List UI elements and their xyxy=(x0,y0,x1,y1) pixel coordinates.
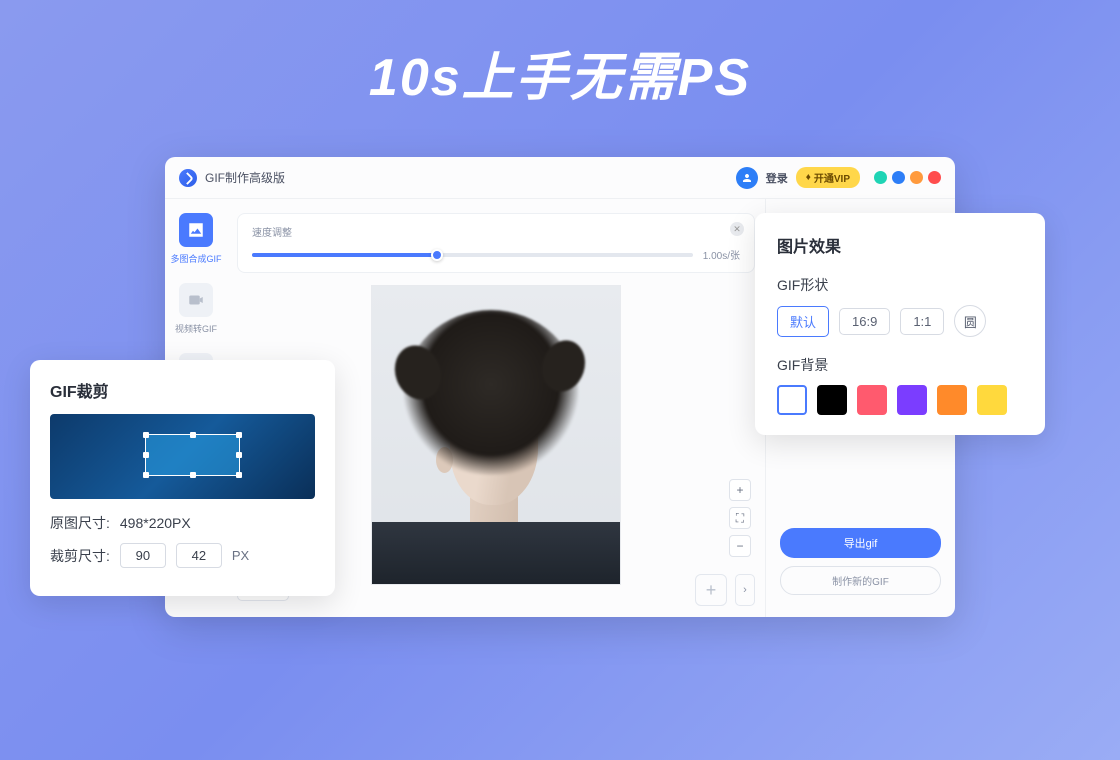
crop-size-label: 裁剪尺寸: xyxy=(50,546,110,566)
crop-height-input[interactable] xyxy=(176,543,222,568)
login-link[interactable]: 登录 xyxy=(766,170,788,186)
crop-handle-ml[interactable] xyxy=(143,452,149,458)
shape-11-button[interactable]: 1:1 xyxy=(900,308,944,335)
vip-label: 开通VIP xyxy=(814,170,850,185)
next-frame-button[interactable]: › xyxy=(735,574,755,606)
new-gif-button[interactable]: 制作新的GIF xyxy=(780,566,941,595)
bg-color-options xyxy=(777,385,1023,415)
bg-color-black[interactable] xyxy=(817,385,847,415)
slider-thumb[interactable] xyxy=(431,249,443,261)
orig-size-value: 498*220PX xyxy=(120,515,191,531)
crop-title: GIF裁剪 xyxy=(50,378,315,402)
crop-selection[interactable] xyxy=(145,434,240,476)
crop-handle-mr[interactable] xyxy=(236,452,242,458)
crop-popup: GIF裁剪 原图尺寸: 498*220PX 裁剪尺寸: PX xyxy=(30,360,335,596)
portrait-placeholder xyxy=(372,286,620,584)
vip-button[interactable]: ♦ 开通VIP xyxy=(796,167,860,188)
crop-size-row: 裁剪尺寸: PX xyxy=(50,543,315,568)
shape-section-label: GIF形状 xyxy=(777,275,1023,295)
window-close-icon[interactable] xyxy=(928,171,941,184)
window-min-icon[interactable] xyxy=(874,171,887,184)
crop-preview[interactable] xyxy=(50,414,315,499)
window-controls xyxy=(874,171,941,184)
speed-slider-row: 1.00s/张 xyxy=(252,247,740,262)
crop-handle-tl[interactable] xyxy=(143,432,149,438)
app-header: GIF制作高级版 登录 ♦ 开通VIP xyxy=(165,157,955,199)
video-icon xyxy=(179,283,213,317)
bg-color-white[interactable] xyxy=(777,385,807,415)
zoom-out-button[interactable]: − xyxy=(729,535,751,557)
crop-handle-tr[interactable] xyxy=(236,432,242,438)
sidebar-item-video[interactable]: 视频转GIF xyxy=(175,283,217,335)
preview-image xyxy=(371,285,621,585)
header-right: 登录 ♦ 开通VIP xyxy=(736,167,941,189)
crop-handle-br[interactable] xyxy=(236,472,242,478)
hero-title: 10s上手无需PS xyxy=(0,0,1120,110)
original-size-row: 原图尺寸: 498*220PX xyxy=(50,513,315,533)
add-frame-button[interactable]: + xyxy=(695,574,727,606)
bg-color-yellow[interactable] xyxy=(977,385,1007,415)
bg-color-purple[interactable] xyxy=(897,385,927,415)
shape-169-button[interactable]: 16:9 xyxy=(839,308,890,335)
zoom-fit-button[interactable]: ⛶ xyxy=(729,507,751,529)
bg-color-red[interactable] xyxy=(857,385,887,415)
avatar-icon[interactable] xyxy=(736,167,758,189)
panel-actions: 导出gif 制作新的GIF xyxy=(780,528,941,605)
zoom-controls: + ⛶ − xyxy=(729,479,751,557)
window-max-icon[interactable] xyxy=(910,171,923,184)
effects-title: 图片效果 xyxy=(777,233,1023,257)
app-logo-icon xyxy=(179,169,197,187)
slider-fill xyxy=(252,253,437,257)
crop-handle-bm[interactable] xyxy=(190,472,196,478)
shape-options: 默认 16:9 1:1 圆 xyxy=(777,305,1023,337)
speed-slider[interactable] xyxy=(252,253,693,257)
crop-width-input[interactable] xyxy=(120,543,166,568)
image-icon xyxy=(179,213,213,247)
sidebar-label: 视频转GIF xyxy=(175,322,217,335)
sidebar-label: 多图合成GIF xyxy=(171,252,222,265)
crop-handle-tm[interactable] xyxy=(190,432,196,438)
bg-color-orange[interactable] xyxy=(937,385,967,415)
window-help-icon[interactable] xyxy=(892,171,905,184)
speed-panel: ✕ 速度调整 1.00s/张 xyxy=(237,213,755,273)
px-label: PX xyxy=(232,548,249,563)
crop-handle-bl[interactable] xyxy=(143,472,149,478)
app-title: GIF制作高级版 xyxy=(205,169,285,186)
shape-default-button[interactable]: 默认 xyxy=(777,306,829,337)
close-icon[interactable]: ✕ xyxy=(730,222,744,236)
zoom-in-button[interactable]: + xyxy=(729,479,751,501)
shape-circle-button[interactable]: 圆 xyxy=(954,305,986,337)
export-button[interactable]: 导出gif xyxy=(780,528,941,558)
speed-value: 1.00s/张 xyxy=(703,247,740,262)
speed-label: 速度调整 xyxy=(252,224,740,239)
effects-popup: 图片效果 GIF形状 默认 16:9 1:1 圆 GIF背景 xyxy=(755,213,1045,435)
bg-section-label: GIF背景 xyxy=(777,355,1023,375)
orig-size-label: 原图尺寸: xyxy=(50,513,110,533)
diamond-icon: ♦ xyxy=(806,172,811,183)
sidebar-item-multi-image[interactable]: 多图合成GIF xyxy=(171,213,222,265)
